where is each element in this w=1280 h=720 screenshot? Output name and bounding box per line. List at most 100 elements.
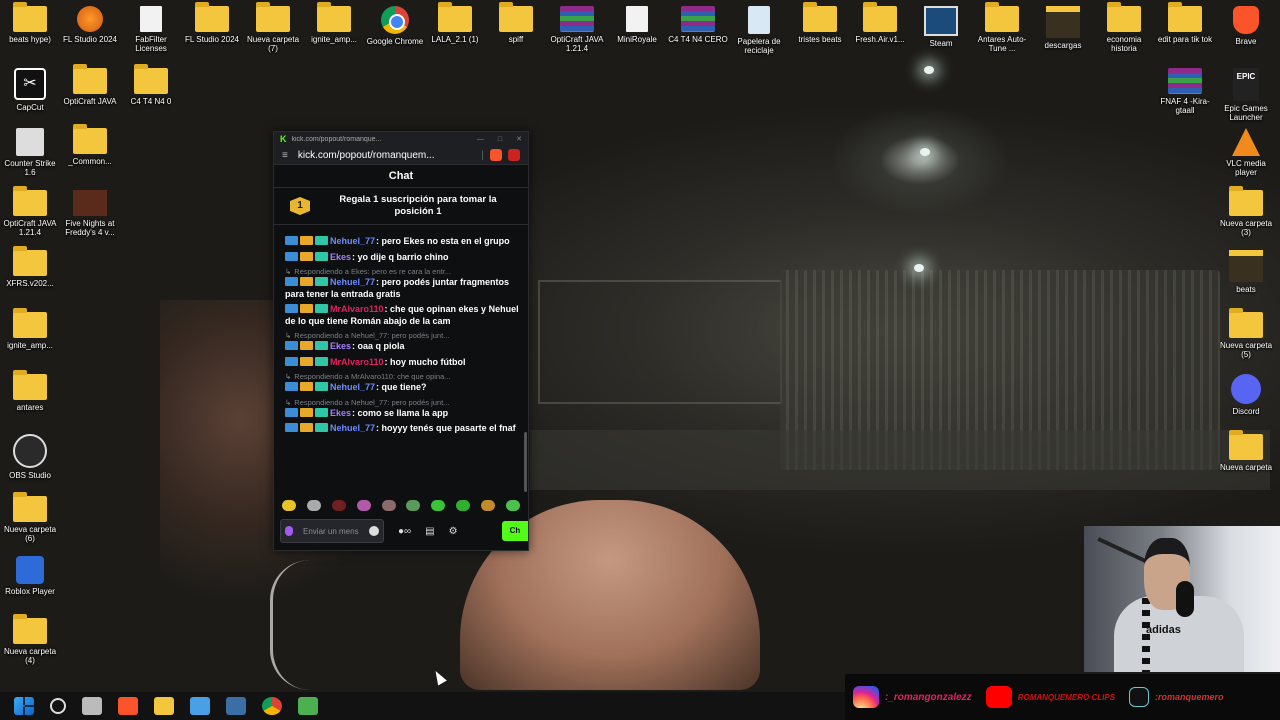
desktop-icon[interactable]: Brave [1216,6,1276,46]
store-icon[interactable] [190,697,210,715]
desktop-icon[interactable]: Papelera de reciclaje [729,6,789,55]
desktop-icon[interactable]: Counter Strike 1.6 [0,128,60,177]
close-icon[interactable]: ✕ [516,135,522,143]
emote-icon[interactable] [282,499,296,511]
chat-input-box[interactable] [280,519,384,543]
desktop-icon[interactable]: spiff [486,2,546,44]
desktop-icon[interactable]: economia historia [1094,2,1154,53]
desktop-icon[interactable]: Five Nights at Freddy's 4 v... [60,190,120,237]
desktop-icon-label: Brave [1235,37,1257,46]
desktop-icon[interactable]: beats hype) [0,2,60,44]
chat-username[interactable]: Ekes [330,341,351,351]
desktop-icon[interactable]: tristes beats [790,2,850,44]
chat-username[interactable]: Nehuel_77 [330,236,375,246]
desktop-icon[interactable]: Nueva carpeta (5) [1216,308,1276,359]
desktop-icon[interactable]: FL Studio 2024 [60,6,120,44]
verified-badge-icon [285,423,298,432]
desktop-icon[interactable]: Fresh.Air.v1... [850,2,910,44]
desktop-icon[interactable]: VLC media player [1216,128,1276,177]
desktop-icon[interactable]: _Common... [60,124,120,166]
brave-shield-icon[interactable] [490,149,502,161]
chat-username[interactable]: Ekes [330,408,351,418]
desktop-icon[interactable]: Nueva carpeta [1216,430,1276,472]
chat-scrollbar[interactable] [524,432,527,492]
chat-username[interactable]: Nehuel_77 [330,382,375,392]
chat-username[interactable]: MrAlvaro110 [330,304,384,314]
emote-icon[interactable] [431,499,446,511]
desktop-icon[interactable]: EPIC Epic Games Launcher [1216,68,1276,122]
crown-badge-icon [300,382,313,391]
maximize-icon[interactable]: □ [498,136,502,143]
chat-username[interactable]: Nehuel_77 [330,423,375,433]
url-text[interactable]: kick.com/popout/romanquem... [298,150,482,161]
desktop-icon[interactable]: FNAF 4 -Kira-gtaall [1155,68,1215,115]
desktop-icon[interactable]: OBS Studio [0,434,60,480]
chat-username[interactable]: Ekes [330,252,351,262]
emote-icon[interactable] [306,499,321,511]
desktop-icon[interactable]: C4 T4 N4 CERO [668,6,728,44]
desktop-icon[interactable]: ✂ CapCut [0,68,60,112]
emote-icon[interactable] [356,499,371,511]
gift-icon[interactable]: ▤ [425,526,434,537]
desktop-icon[interactable]: LALA_2.1 (1) [425,2,485,44]
reply-text: Respondiendo a Nehuel_77: pero podés jun… [294,397,450,407]
desktop-icon[interactable]: XFRS.v202... [0,246,60,288]
emote-icon[interactable] [381,499,396,511]
emote-icon[interactable] [481,499,495,511]
desktop-icon-label: OptiCraft JAVA [63,97,117,106]
reply-arrow-icon: ↳ [285,331,292,340]
emote-icon[interactable] [406,499,421,511]
kick-chat-popout-window[interactable]: K kick.com/popout/romanque... — □ ✕ ≡ ki… [273,131,529,551]
desktop-icon[interactable]: edit para tik tok [1155,2,1215,44]
desktop-icon[interactable]: Discord [1216,374,1276,416]
verified-badge-icon [285,382,298,391]
file-explorer-icon[interactable] [154,697,174,715]
chat-username[interactable]: Nehuel_77 [330,277,375,287]
desktop-icon[interactable]: MiniRoyale [607,6,667,44]
desktop-icon[interactable]: FabFilter Licenses [121,6,181,53]
chat-message-input[interactable] [301,525,361,537]
search-icon[interactable] [50,698,66,714]
desktop-icon[interactable]: Steam [911,6,971,48]
windows-start-icon[interactable] [14,697,34,715]
desktop-icon[interactable]: C4 T4 N4 0 [121,64,181,106]
desktop-icon[interactable]: Google Chrome [365,6,425,46]
desktop-icon[interactable]: OptiCraft JAVA 1.21.4 [0,186,60,237]
brave-icon[interactable] [118,697,138,715]
green-app-icon[interactable] [298,697,318,715]
desktop-icon[interactable]: FL Studio 2024 [182,2,242,44]
desktop-icon[interactable]: Nueva carpeta (7) [243,2,303,53]
send-chat-button[interactable]: Ch [502,521,528,541]
users-icon[interactable]: ●∞ [398,526,411,537]
emote-icon[interactable] [331,499,346,511]
desktop-icon[interactable]: Nueva carpeta (6) [0,492,60,543]
chrome-icon[interactable] [262,697,282,715]
chat-message: Nehuel_77: pero Ekes no esta en el grupo [285,236,520,248]
desktop-icon[interactable]: beats [1216,250,1276,294]
desktop-icon[interactable]: antares [0,370,60,412]
microphone-icon[interactable] [285,526,293,536]
address-bar[interactable]: ≡ kick.com/popout/romanquem... | [274,146,528,165]
task-view-icon[interactable] [82,697,102,715]
emote-icon[interactable] [505,499,520,511]
desktop-icon[interactable]: Nueva carpeta (3) [1216,186,1276,237]
chat-username[interactable]: MrAlvaro110 [330,357,384,367]
subscriber-badge-icon [315,277,328,286]
desktop-icon[interactable]: Nueva carpeta (4) [0,614,60,665]
calculator-icon[interactable] [226,697,246,715]
desktop-icon[interactable]: Roblox Player [0,556,60,596]
desktop-icon[interactable]: ignite_amp... [0,308,60,350]
emoji-picker-icon[interactable] [369,526,379,536]
desktop-icon[interactable]: descargas [1033,6,1093,50]
desktop-icon[interactable]: ignite_amp... [304,2,364,44]
minimize-icon[interactable]: — [477,136,484,143]
emote-icon[interactable] [456,499,471,511]
site-settings-icon[interactable]: ≡ [282,150,288,161]
desktop-icon[interactable]: Antares Auto-Tune ... [972,2,1032,53]
desktop-icon[interactable]: OptiCraft JAVA 1.21.4 [547,6,607,53]
subscription-gift-banner[interactable]: 1 Regala 1 suscripción para tomar la pos… [274,188,528,225]
settings-gear-icon[interactable]: ⚙ [449,526,458,537]
window-titlebar[interactable]: K kick.com/popout/romanque... — □ ✕ [274,132,528,146]
desktop-icon[interactable]: OptiCraft JAVA [60,64,120,106]
rewards-icon[interactable] [508,149,520,161]
